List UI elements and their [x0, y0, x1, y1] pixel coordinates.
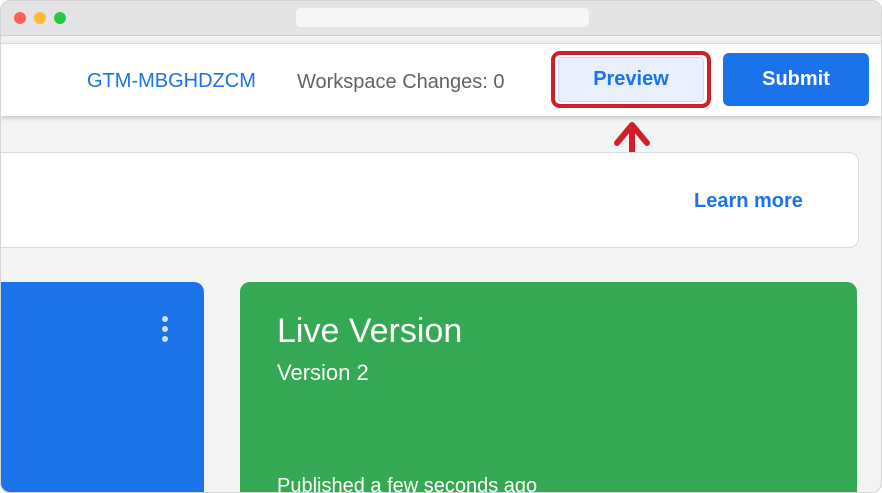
live-version-published: Published a few seconds ago [277, 475, 538, 493]
preview-button[interactable]: Preview [558, 57, 704, 102]
live-version-card: Live Version Version 2 Published a few s… [240, 282, 857, 493]
browser-window: GTM-MBGHDZCM Workspace Changes: 0 Previe… [0, 0, 882, 493]
learn-more-link[interactable]: Learn more [694, 190, 803, 213]
maximize-window-button[interactable] [54, 12, 66, 24]
more-vert-icon[interactable] [159, 316, 171, 342]
gtm-top-bar: GTM-MBGHDZCM Workspace Changes: 0 Previe… [1, 43, 881, 116]
workspace-changes-label: Workspace Changes: 0 [297, 71, 505, 93]
workspace-card [1, 282, 204, 492]
submit-button[interactable]: Submit [723, 53, 869, 106]
close-window-button[interactable] [14, 12, 26, 24]
live-version-title: Live Version [277, 312, 463, 350]
info-card: Learn more [1, 152, 859, 248]
container-id-link[interactable]: GTM-MBGHDZCM [87, 70, 256, 93]
window-titlebar [1, 1, 881, 36]
address-bar[interactable] [296, 8, 589, 27]
live-version-number: Version 2 [277, 360, 369, 385]
minimize-window-button[interactable] [34, 12, 46, 24]
